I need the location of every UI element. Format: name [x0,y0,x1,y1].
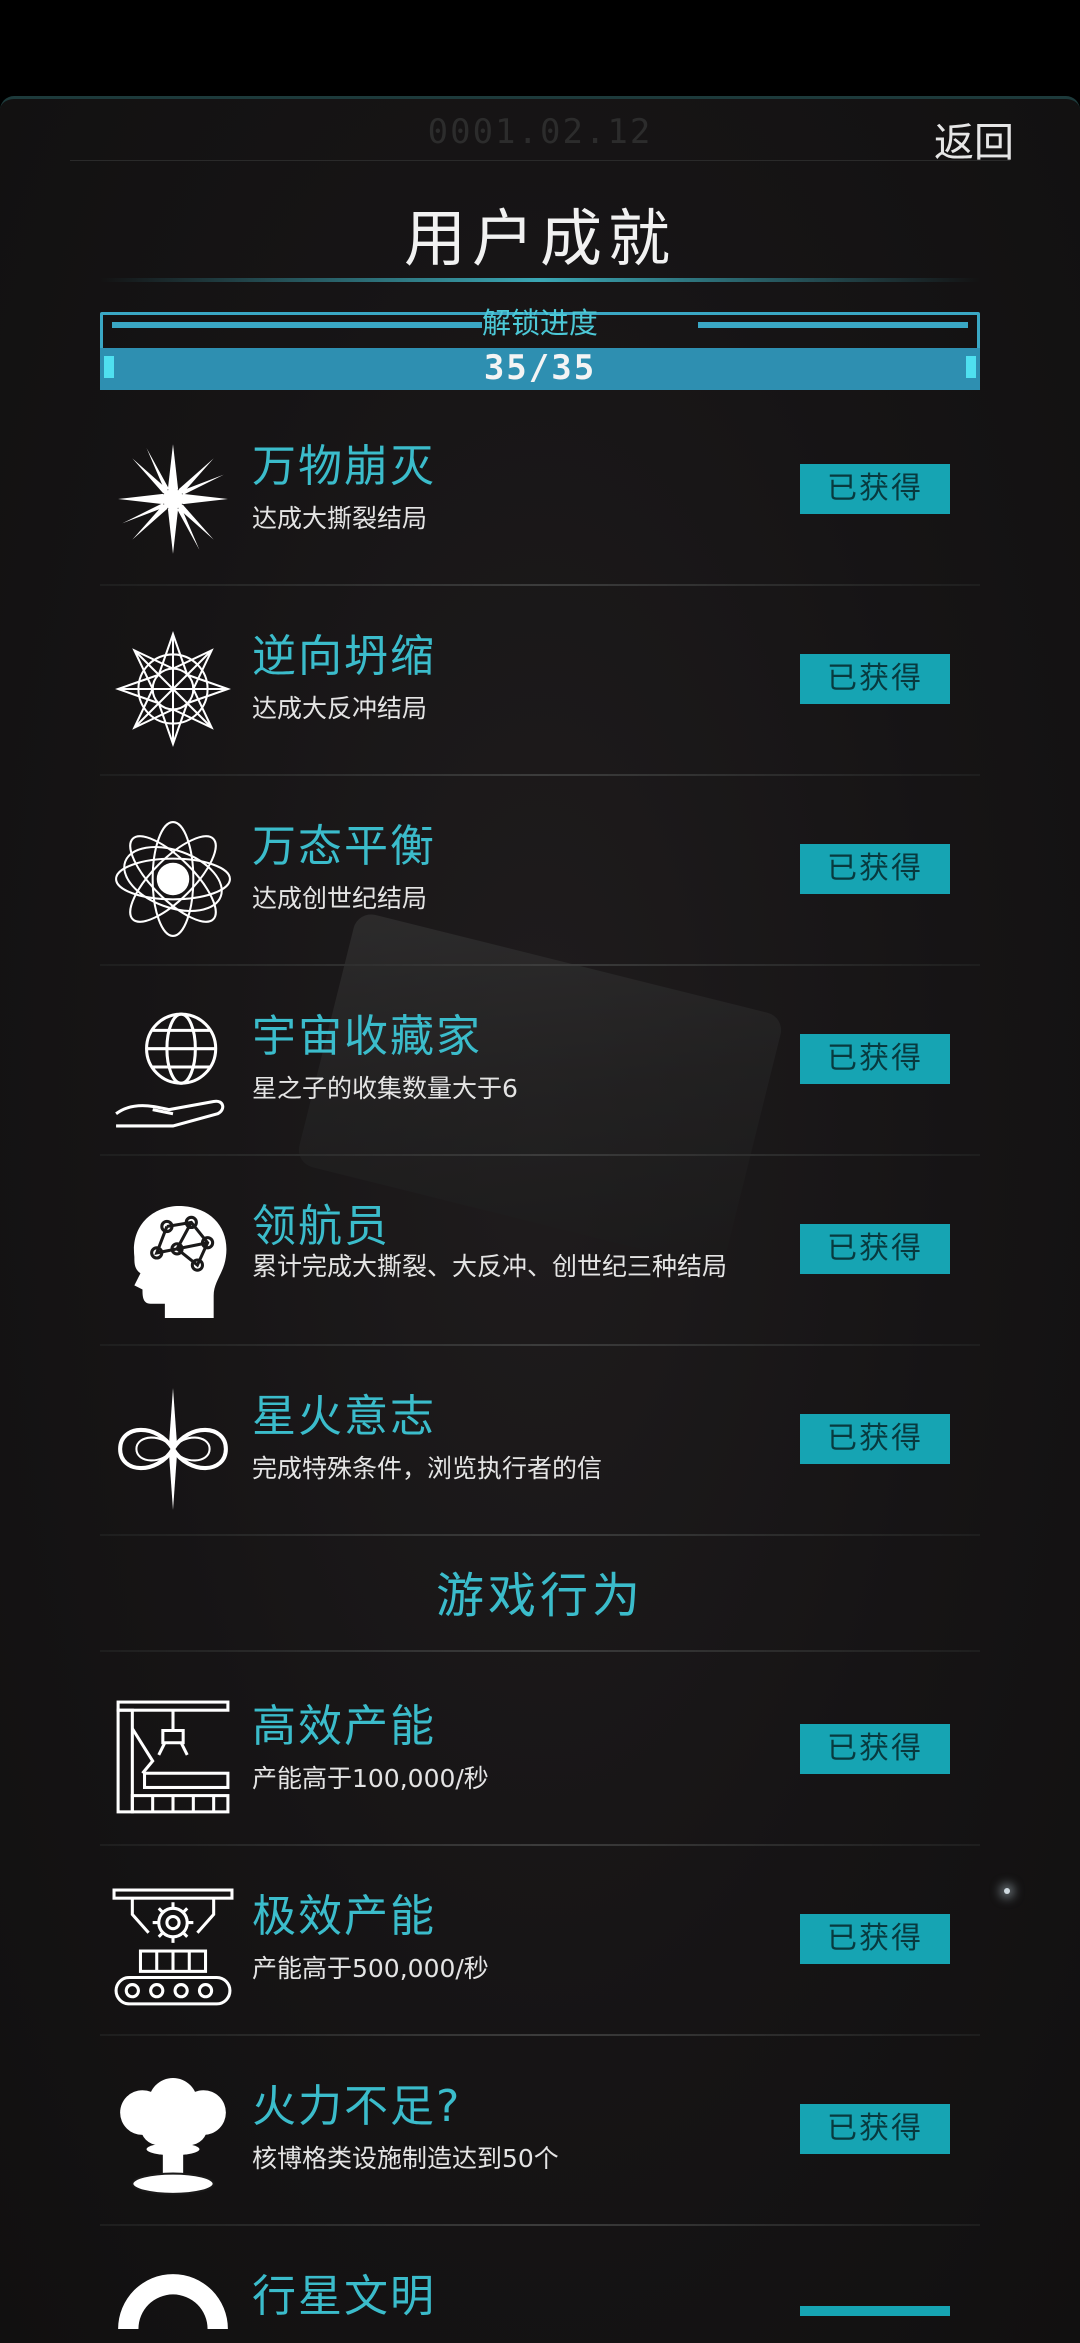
obtained-badge[interactable]: 已获得 [800,1224,950,1274]
row-divider [100,1534,980,1536]
page-title: 用户成就 [403,202,676,275]
atom-orbit-icon [115,821,231,937]
achievement-desc: 完成特殊条件，浏览执行者的信 [252,1454,603,1483]
achievement-item[interactable]: 领航员 累计完成大撕裂、大反冲、创世纪三种结局 已获得 [100,1156,980,1346]
status-bar [0,0,1080,96]
obtained-badge[interactable]: 已获得 [800,1034,950,1084]
unlock-progress: 解锁进度 35/35 [100,306,980,390]
achievement-item[interactable]: 万物崩灭 达成大撕裂结局 已获得 [100,396,980,586]
gear-conveyor-icon [112,1888,234,2006]
achievement-name: 逆向坍缩 [252,631,436,682]
achievement-desc: 达成大撕裂结局 [252,504,428,533]
behavior-name: 行星文明 [252,2271,436,2322]
achievement-item[interactable]: 星火意志 完成特殊条件，浏览执行者的信 已获得 [100,1346,980,1536]
obtained-badge-partial[interactable] [800,2306,950,2316]
progress-value: 35/35 [483,348,597,388]
behavior-name: 火力不足? [252,2081,462,2132]
obtained-badge[interactable]: 已获得 [800,1724,950,1774]
starburst-icon [118,444,228,554]
crystal-flower-icon [115,631,231,747]
behavior-desc: 产能高于100,000/秒 [252,1764,489,1793]
achievement-name: 星火意志 [252,1391,436,1442]
title-underline [100,278,980,282]
achievement-item[interactable]: 万态平衡 达成创世纪结局 已获得 [100,776,980,966]
behavior-item[interactable]: 行星文明 [100,2226,980,2340]
behavior-name: 极效产能 [252,1891,436,1942]
factory-arm-icon [116,1700,230,1814]
progress-label: 解锁进度 [481,306,598,340]
planet-ring-icon [118,2274,228,2329]
obtained-badge[interactable]: 已获得 [800,844,950,894]
hand-globe-icon [115,1012,225,1128]
achievement-name: 万物崩灭 [252,441,436,492]
obtained-badge[interactable]: 已获得 [800,1914,950,1964]
behavior-item[interactable]: 极效产能 产能高于500,000/秒 已获得 [100,1846,980,2036]
behavior-desc: 核博格类设施制造达到50个 [252,2144,559,2173]
brain-head-icon [133,1205,227,1318]
obtained-badge[interactable]: 已获得 [800,464,950,514]
achievement-name: 领航员 [252,1201,390,1252]
section-divider [100,1650,980,1652]
game-date: 0001.02.12 [427,112,653,152]
section-title: 游戏行为 [435,1568,644,1624]
mushroom-cloud-icon [120,2078,226,2195]
obtained-badge[interactable]: 已获得 [800,654,950,704]
achievement-item[interactable]: 宇宙收藏家 星之子的收集数量大于6 已获得 [100,966,980,1156]
achievement-name: 宇宙收藏家 [252,1011,482,1062]
obtained-badge[interactable]: 已获得 [800,2104,950,2154]
behavior-item[interactable]: 高效产能 产能高于100,000/秒 已获得 [100,1656,980,1846]
infinity-spark-icon [118,1388,228,1510]
achievement-desc: 达成大反冲结局 [252,694,428,723]
achievement-item[interactable]: 逆向坍缩 达成大反冲结局 已获得 [100,586,980,776]
achievement-name: 万态平衡 [252,821,436,872]
header-divider [70,160,1010,161]
behavior-item[interactable]: 火力不足? 核博格类设施制造达到50个 已获得 [100,2036,980,2226]
behavior-desc: 产能高于500,000/秒 [252,1954,489,1983]
achievement-desc: 累计完成大撕裂、大反冲、创世纪三种结局 [252,1252,728,1281]
behavior-name: 高效产能 [252,1701,436,1752]
obtained-badge[interactable]: 已获得 [800,1414,950,1464]
star-sparkle [1004,1888,1010,1894]
achievement-desc: 星之子的收集数量大于6 [252,1074,518,1103]
achievement-desc: 达成创世纪结局 [252,884,428,913]
